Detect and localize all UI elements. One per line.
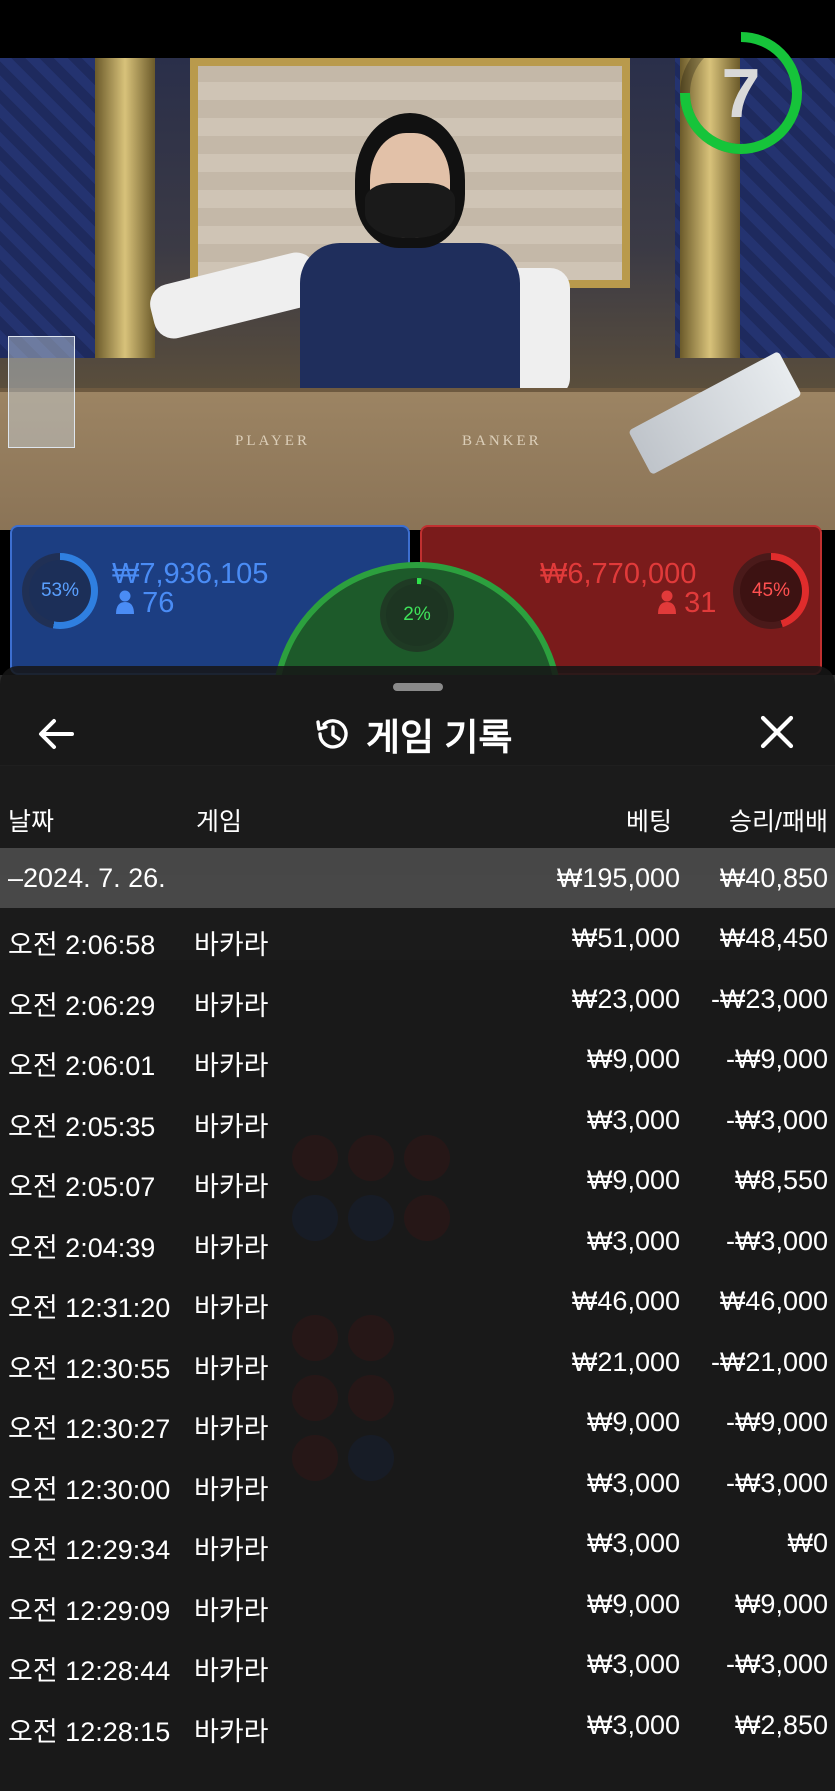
history-row-bet: ₩3,000: [586, 1468, 680, 1498]
banker-percent-ring: 45%: [733, 553, 809, 629]
history-row-bet: ₩3,000: [586, 1710, 680, 1740]
history-row-game: 바카라: [194, 1717, 269, 1747]
history-row-game: 바카라: [194, 1233, 269, 1263]
column-header-bet: 베팅: [625, 808, 672, 836]
history-row-result: ₩8,550: [734, 1165, 828, 1195]
tie-percent-ring: 2%: [380, 578, 454, 652]
history-row-bet: ₩3,000: [586, 1226, 680, 1256]
history-row-time: 오전 2:05:07: [8, 1172, 156, 1202]
felt-label-player: PLAYER: [235, 433, 310, 449]
history-row-bet: ₩51,000: [571, 923, 680, 953]
history-row-time: 오전 12:30:27: [8, 1414, 171, 1444]
close-icon: [760, 715, 794, 749]
history-row-bet: ₩23,000: [571, 984, 680, 1014]
banker-bettor-count: 31: [658, 587, 716, 620]
history-row-result: -₩3,000: [725, 1105, 828, 1135]
history-row-time: 오전 12:30:55: [8, 1354, 171, 1384]
history-row-result: ₩0: [787, 1528, 829, 1558]
person-icon: [658, 590, 676, 614]
player-percent: 53%: [29, 560, 91, 622]
history-row-game: 바카라: [194, 1112, 269, 1142]
history-row-game: 바카라: [194, 1293, 269, 1323]
history-row-bet: ₩9,000: [586, 1044, 680, 1074]
history-row-result: ₩46,000: [719, 1286, 828, 1316]
history-row-game: 바카라: [194, 930, 269, 960]
history-row-time: 오전 12:30:00: [8, 1475, 171, 1505]
history-row-game: 바카라: [194, 1051, 269, 1081]
history-row-game: 바카라: [194, 1535, 269, 1565]
history-clock-icon: [316, 719, 348, 749]
player-bettor-count: 76: [116, 587, 174, 620]
player-bettor-count-value: 76: [142, 587, 175, 619]
history-row-time: 오전 12:28:15: [8, 1717, 171, 1747]
history-row-game: 바카라: [194, 1656, 269, 1686]
history-row-bet: ₩3,000: [586, 1649, 680, 1679]
felt-label-banker: BANKER: [462, 433, 542, 449]
history-row-bet: ₩46,000: [571, 1286, 680, 1316]
history-row-game: 바카라: [194, 1414, 269, 1444]
history-row-game: 바카라: [194, 1354, 269, 1384]
history-row-time: 오전 2:06:58: [8, 930, 156, 960]
history-row-result: -₩3,000: [725, 1649, 828, 1679]
history-row-result: ₩48,450: [719, 923, 828, 953]
history-row-result: -₩9,000: [725, 1407, 828, 1437]
date-group-bet-total: ₩195,000: [556, 863, 680, 893]
sheet-title: 게임 기록: [312, 708, 512, 760]
dealer-mask: [365, 183, 455, 238]
history-row-game: 바카라: [194, 1596, 269, 1626]
history-row-bet: ₩9,000: [586, 1165, 680, 1195]
history-row-game: 바카라: [194, 991, 269, 1021]
arrow-left-icon: [39, 719, 74, 749]
history-row-time: 오전 2:06:01: [8, 1051, 156, 1081]
history-row-bet: ₩3,000: [586, 1528, 680, 1558]
history-row-bet: ₩3,000: [586, 1105, 680, 1135]
date-group-result-total: ₩40,850: [719, 863, 828, 893]
discard-box: [8, 336, 75, 448]
dealer-vest: [300, 243, 520, 393]
sheet-title-text: 게임 기록: [366, 717, 513, 758]
sheet-drag-handle[interactable]: [393, 683, 443, 691]
tie-percent: 2%: [386, 584, 448, 646]
history-row-time: 오전 2:06:29: [8, 991, 156, 1021]
pillar: [95, 58, 155, 358]
history-row-result: -₩23,000: [710, 984, 828, 1014]
column-header-game: 게임: [196, 808, 243, 836]
history-row-result: ₩2,850: [734, 1710, 828, 1740]
history-row-bet: ₩9,000: [586, 1589, 680, 1619]
back-button[interactable]: [30, 712, 86, 756]
countdown-number: 7: [721, 54, 761, 132]
history-row-time: 오전 12:31:20: [8, 1293, 171, 1323]
date-group-label: –2024. 7. 26.: [8, 863, 166, 893]
history-row-bet: ₩9,000: [586, 1407, 680, 1437]
column-header-result: 승리/패배: [729, 808, 828, 836]
history-row-result: -₩3,000: [725, 1226, 828, 1256]
history-row-time: 오전 2:05:35: [8, 1112, 156, 1142]
close-button[interactable]: [752, 712, 802, 756]
history-row-game: 바카라: [194, 1475, 269, 1505]
person-icon: [116, 590, 134, 614]
history-row-time: 오전 12:28:44: [8, 1656, 171, 1686]
history-row-bet: ₩21,000: [571, 1347, 680, 1377]
history-row-result: -₩21,000: [710, 1347, 828, 1377]
history-row-result: -₩3,000: [725, 1468, 828, 1498]
column-header-date: 날짜: [8, 808, 55, 836]
history-row-result: -₩9,000: [725, 1044, 828, 1074]
history-row-time: 오전 12:29:34: [8, 1535, 171, 1565]
banker-bettor-count-value: 31: [684, 587, 717, 619]
player-percent-ring: 53%: [22, 553, 98, 629]
history-row-time: 오전 12:29:09: [8, 1596, 171, 1626]
history-row-result: ₩9,000: [734, 1589, 828, 1619]
history-row-game: 바카라: [194, 1172, 269, 1202]
banker-percent: 45%: [740, 560, 802, 622]
history-row-time: 오전 2:04:39: [8, 1233, 156, 1263]
